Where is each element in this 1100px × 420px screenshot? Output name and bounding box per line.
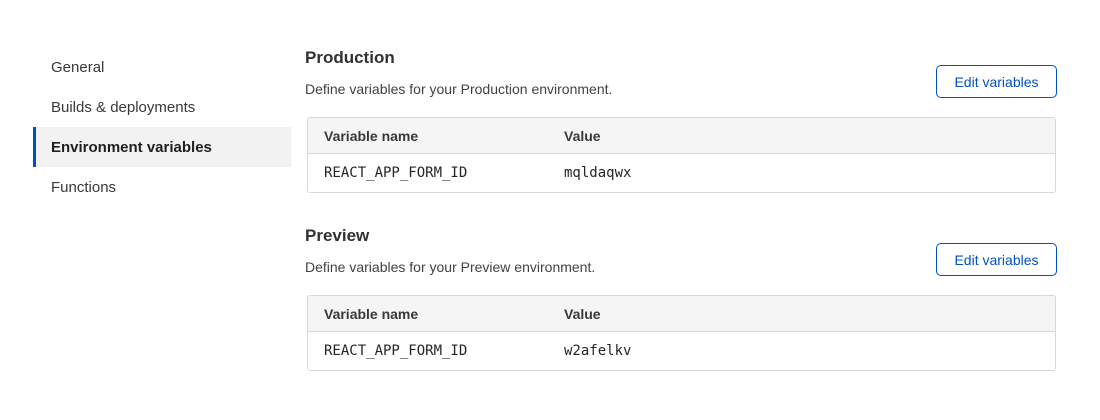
settings-sidebar: General Builds & deployments Environment… <box>33 47 291 207</box>
table-row: REACT_APP_FORM_ID w2afelkv <box>308 332 1055 370</box>
sidebar-item-label: Builds & deployments <box>51 99 195 116</box>
production-variables-table: Variable name Value REACT_APP_FORM_ID mq… <box>307 117 1056 193</box>
sidebar-item-label: General <box>51 59 104 76</box>
column-header-value: Value <box>548 128 1055 144</box>
sidebar-item-label: Functions <box>51 179 116 196</box>
preview-edit-variables-button[interactable]: Edit variables <box>936 243 1057 276</box>
column-header-value: Value <box>548 306 1055 322</box>
preview-section: Preview Define variables for your Previe… <box>305 226 1057 276</box>
production-edit-variables-button[interactable]: Edit variables <box>936 65 1057 98</box>
settings-content: Production Define variables for your Pro… <box>305 0 1057 420</box>
column-header-variable-name: Variable name <box>308 128 548 144</box>
variable-name-cell: REACT_APP_FORM_ID <box>308 165 548 181</box>
table-row: REACT_APP_FORM_ID mqldaqwx <box>308 154 1055 192</box>
variable-name-cell: REACT_APP_FORM_ID <box>308 343 548 359</box>
preview-variables-table: Variable name Value REACT_APP_FORM_ID w2… <box>307 295 1056 371</box>
sidebar-item-functions[interactable]: Functions <box>33 167 291 207</box>
sidebar-item-label: Environment variables <box>51 139 212 156</box>
column-header-variable-name: Variable name <box>308 306 548 322</box>
table-header-row: Variable name Value <box>308 296 1055 332</box>
variable-value-cell: mqldaqwx <box>548 165 1055 181</box>
table-header-row: Variable name Value <box>308 118 1055 154</box>
production-section: Production Define variables for your Pro… <box>305 48 1057 98</box>
variable-value-cell: w2afelkv <box>548 343 1055 359</box>
sidebar-item-environment-variables[interactable]: Environment variables <box>33 127 291 167</box>
sidebar-item-builds-deployments[interactable]: Builds & deployments <box>33 87 291 127</box>
sidebar-item-general[interactable]: General <box>33 47 291 87</box>
